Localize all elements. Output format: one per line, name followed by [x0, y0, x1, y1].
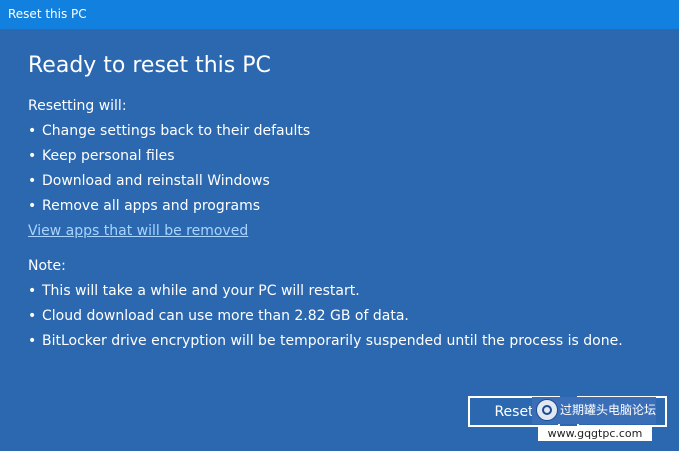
note-list-item: • Cloud download can use more than 2.82 G… — [28, 308, 409, 325]
watermark-logo-icon — [536, 399, 558, 421]
resetting-item-text: Download and reinstall Windows — [42, 173, 270, 189]
resetting-list-item: • Remove all apps and programs — [28, 198, 260, 215]
watermark: 过期罐头电脑论坛 www.gqgtpc.com — [532, 397, 656, 443]
note-list-item: • BitLocker drive encryption will be temp… — [28, 333, 623, 350]
note-item-text: This will take a while and your PC will … — [42, 283, 360, 299]
reset-dialog-content: Ready to reset this PC Resetting will: •… — [0, 29, 679, 451]
resetting-list-item: • Download and reinstall Windows — [28, 173, 270, 190]
resetting-list-item: • Change settings back to their defaults — [28, 123, 310, 140]
resetting-item-text: Change settings back to their defaults — [42, 123, 311, 139]
bullet: • — [28, 333, 37, 349]
title-bar: Reset this PC — [0, 0, 679, 29]
note-item-text: BitLocker drive encryption will be tempo… — [42, 333, 623, 349]
watermark-text: 过期罐头电脑论坛 — [560, 403, 657, 417]
bullet: • — [28, 123, 37, 139]
page-title: Ready to reset this PC — [28, 53, 271, 78]
resetting-list-item: • Keep personal files — [28, 148, 175, 165]
watermark-banner: 过期罐头电脑论坛 — [532, 397, 656, 424]
bullet: • — [28, 173, 37, 189]
resetting-label: Resetting will: — [28, 98, 127, 114]
note-item-text: Cloud download can use more than 2.82 GB… — [42, 308, 409, 324]
note-list-item: • This will take a while and your PC will… — [28, 283, 360, 300]
bullet: • — [28, 198, 37, 214]
bullet: • — [28, 308, 37, 324]
resetting-item-text: Remove all apps and programs — [42, 198, 261, 214]
note-label: Note: — [28, 258, 66, 274]
watermark-url: www.gqgtpc.com — [538, 426, 652, 441]
window-title: Reset this PC — [8, 7, 87, 21]
view-apps-removed-link[interactable]: View apps that will be removed — [28, 223, 248, 240]
resetting-item-text: Keep personal files — [42, 148, 175, 164]
bullet: • — [28, 283, 37, 299]
bullet: • — [28, 148, 37, 164]
